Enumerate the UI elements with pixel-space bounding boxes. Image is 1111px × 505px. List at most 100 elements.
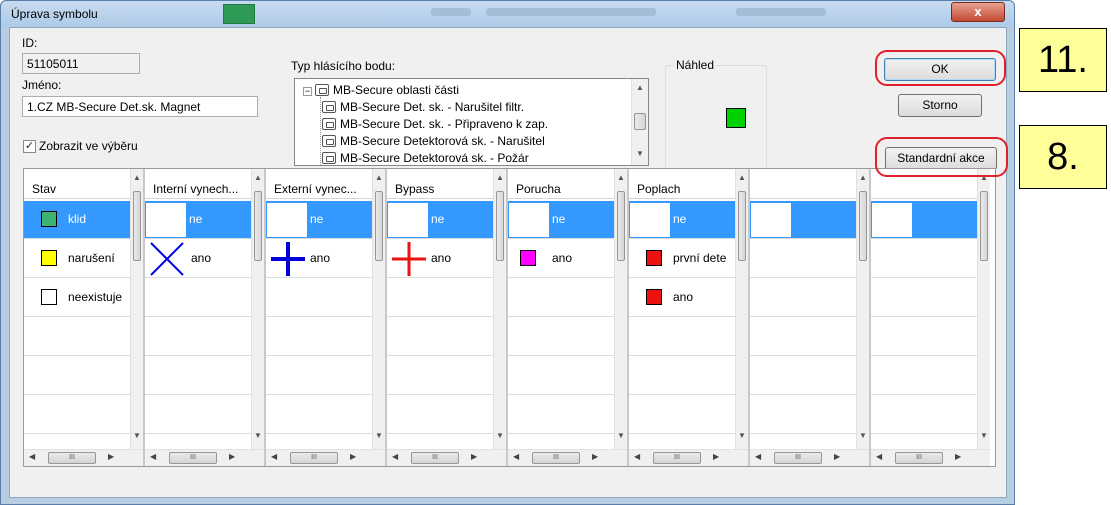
column-scrollbar[interactable]: ▲ ▼ xyxy=(856,169,869,449)
scrollbar-thumb[interactable] xyxy=(738,191,746,261)
scroll-down-icon[interactable]: ▼ xyxy=(615,431,627,440)
collapse-icon[interactable]: − xyxy=(303,87,312,96)
tree-item[interactable]: MB-Secure Det. sk. - Připraveno k zap. xyxy=(322,117,548,131)
scroll-left-icon[interactable]: ◀ xyxy=(513,452,519,461)
scroll-up-icon[interactable]: ▲ xyxy=(857,173,869,182)
scroll-up-icon[interactable]: ▲ xyxy=(131,173,143,182)
scroll-up-icon[interactable]: ▲ xyxy=(373,173,385,182)
scroll-right-icon[interactable]: ▶ xyxy=(955,452,961,461)
column-hscrollbar[interactable]: ◀ III ▶ xyxy=(871,449,990,466)
list-item[interactable]: ano xyxy=(508,240,614,278)
scroll-down-icon[interactable]: ▼ xyxy=(373,431,385,440)
scroll-left-icon[interactable]: ◀ xyxy=(271,452,277,461)
column-scrollbar[interactable]: ▲ ▼ xyxy=(614,169,627,449)
title-bar[interactable]: Úprava symbolu x xyxy=(1,1,1014,27)
scroll-right-icon[interactable]: ▶ xyxy=(350,452,356,461)
scrollbar-thumb[interactable] xyxy=(859,191,867,261)
scroll-right-icon[interactable]: ▶ xyxy=(471,452,477,461)
hscrollbar-thumb[interactable]: III xyxy=(169,452,217,464)
scrollbar-thumb[interactable] xyxy=(496,191,504,261)
group-icon xyxy=(322,152,336,164)
list-item[interactable]: ne xyxy=(387,201,493,239)
name-field[interactable]: 1.CZ MB-Secure Det.sk. Magnet xyxy=(22,96,258,117)
hscrollbar-thumb[interactable]: III xyxy=(290,452,338,464)
scroll-left-icon[interactable]: ◀ xyxy=(634,452,640,461)
scroll-left-icon[interactable]: ◀ xyxy=(876,452,882,461)
scroll-down-icon[interactable]: ▼ xyxy=(736,431,748,440)
list-item[interactable] xyxy=(750,201,856,239)
column-hscrollbar[interactable]: ◀ III ▶ xyxy=(24,449,143,466)
scroll-right-icon[interactable]: ▶ xyxy=(229,452,235,461)
column-hscrollbar[interactable]: ◀ III ▶ xyxy=(387,449,506,466)
tree-item[interactable]: MB-Secure Detektorová sk. - Požár xyxy=(322,151,529,165)
scroll-down-icon[interactable]: ▼ xyxy=(978,431,990,440)
list-item[interactable]: ne xyxy=(629,201,735,239)
list-item[interactable]: ano xyxy=(266,240,372,278)
column-scrollbar[interactable]: ▲ ▼ xyxy=(372,169,385,449)
scrollbar-thumb[interactable] xyxy=(254,191,262,261)
scroll-right-icon[interactable]: ▶ xyxy=(834,452,840,461)
list-item[interactable]: první dete xyxy=(629,240,735,278)
scrollbar-thumb[interactable] xyxy=(617,191,625,261)
empty-row xyxy=(145,279,251,317)
list-item[interactable]: ano xyxy=(629,279,735,317)
column-scrollbar[interactable]: ▲ ▼ xyxy=(493,169,506,449)
scroll-down-icon[interactable]: ▼ xyxy=(494,431,506,440)
scroll-up-icon[interactable]: ▲ xyxy=(494,173,506,182)
scrollbar-thumb[interactable] xyxy=(980,191,988,261)
hscrollbar-thumb[interactable]: III xyxy=(411,452,459,464)
scroll-right-icon[interactable]: ▶ xyxy=(592,452,598,461)
column-hscrollbar[interactable]: ◀ III ▶ xyxy=(629,449,748,466)
column-scrollbar[interactable]: ▲ ▼ xyxy=(735,169,748,449)
column-scrollbar[interactable]: ▲ ▼ xyxy=(251,169,264,449)
tree-item-root[interactable]: − MB-Secure oblasti části xyxy=(303,83,459,97)
hscrollbar-thumb[interactable]: III xyxy=(895,452,943,464)
list-item[interactable]: klid xyxy=(24,201,130,239)
tree-item[interactable]: MB-Secure Detektorová sk. - Narušitel xyxy=(322,134,545,148)
point-type-label: Typ hlásícího bodu: xyxy=(291,59,396,73)
show-in-selection-checkbox[interactable]: ✓ xyxy=(23,140,36,153)
column-hscrollbar[interactable]: ◀ III ▶ xyxy=(750,449,869,466)
scroll-right-icon[interactable]: ▶ xyxy=(108,452,114,461)
list-item[interactable]: ano xyxy=(145,240,251,278)
scroll-down-icon[interactable]: ▼ xyxy=(632,149,648,158)
hscrollbar-thumb[interactable]: III xyxy=(653,452,701,464)
cancel-button[interactable]: Storno xyxy=(898,94,982,117)
column-scrollbar[interactable]: ▲ ▼ xyxy=(977,169,990,449)
list-item[interactable]: neexistuje xyxy=(24,279,130,317)
empty-row xyxy=(266,318,372,356)
list-item[interactable]: ne xyxy=(266,201,372,239)
scrollbar-thumb[interactable] xyxy=(375,191,383,261)
scroll-left-icon[interactable]: ◀ xyxy=(392,452,398,461)
hscrollbar-thumb[interactable]: III xyxy=(532,452,580,464)
column-scrollbar[interactable]: ▲ ▼ xyxy=(130,169,143,449)
list-item[interactable]: ne xyxy=(508,201,614,239)
list-item[interactable]: ano xyxy=(387,240,493,278)
hscrollbar-thumb[interactable]: III xyxy=(774,452,822,464)
scroll-left-icon[interactable]: ◀ xyxy=(755,452,761,461)
tree-scrollbar[interactable]: ▲ ▼ xyxy=(631,79,648,165)
scroll-down-icon[interactable]: ▼ xyxy=(252,431,264,440)
scroll-down-icon[interactable]: ▼ xyxy=(131,431,143,440)
scrollbar-thumb[interactable] xyxy=(634,113,646,130)
scroll-up-icon[interactable]: ▲ xyxy=(615,173,627,182)
column-alarm: Poplach ne první dete ano ▲ ▼ ◀ III ▶ xyxy=(629,169,750,466)
column-hscrollbar[interactable]: ◀ III ▶ xyxy=(266,449,385,466)
list-item[interactable]: narušení xyxy=(24,240,130,278)
scroll-down-icon[interactable]: ▼ xyxy=(857,431,869,440)
scroll-up-icon[interactable]: ▲ xyxy=(252,173,264,182)
scroll-up-icon[interactable]: ▲ xyxy=(632,83,648,92)
scroll-left-icon[interactable]: ◀ xyxy=(29,452,35,461)
close-button[interactable]: x xyxy=(951,2,1005,22)
column-hscrollbar[interactable]: ◀ III ▶ xyxy=(145,449,264,466)
scroll-left-icon[interactable]: ◀ xyxy=(150,452,156,461)
column-hscrollbar[interactable]: ◀ III ▶ xyxy=(508,449,627,466)
scroll-right-icon[interactable]: ▶ xyxy=(713,452,719,461)
tree-item[interactable]: MB-Secure Det. sk. - Narušitel filtr. xyxy=(322,100,524,114)
scroll-up-icon[interactable]: ▲ xyxy=(736,173,748,182)
point-type-tree[interactable]: − MB-Secure oblasti části MB-Secure Det. … xyxy=(294,78,649,166)
list-item[interactable]: ne xyxy=(145,201,251,239)
list-item[interactable] xyxy=(871,201,977,239)
hscrollbar-thumb[interactable]: III xyxy=(48,452,96,464)
scrollbar-thumb[interactable] xyxy=(133,191,141,261)
